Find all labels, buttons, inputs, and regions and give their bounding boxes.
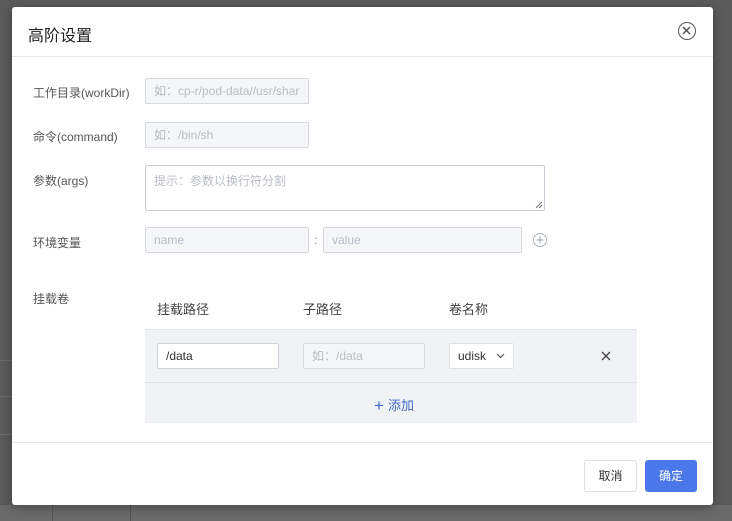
chevron-down-icon (496, 353, 505, 359)
volume-name-select[interactable]: udisk (449, 343, 514, 369)
close-circle-icon (682, 26, 691, 35)
volume-name-value: udisk (458, 349, 487, 363)
command-label: 命令(command) (33, 130, 118, 144)
volumes-table-header: 挂载路径 子路径 卷名称 (145, 287, 637, 330)
workdir-input[interactable]: 如：cp-r/pod-data//usr/shar (145, 78, 309, 104)
cancel-button[interactable]: 取消 (584, 460, 637, 492)
background-table-strip (0, 505, 732, 521)
column-volume-name: 卷名称 (449, 302, 489, 317)
background-divider (0, 434, 12, 435)
volumes-label: 挂载卷 (33, 292, 70, 306)
confirm-button[interactable]: 确定 (645, 460, 697, 492)
table-row: /data 如：/data udisk (145, 330, 637, 383)
volumes-add-row: + 添加 (145, 383, 637, 423)
args-placeholder: 提示：参数以换行符分割 (154, 174, 287, 188)
dialog-footer: 取消 确定 (12, 442, 713, 506)
env-separator: : (314, 233, 318, 247)
add-env-button[interactable] (533, 233, 547, 247)
command-input[interactable]: 如：/bin/sh (145, 122, 309, 148)
add-volume-label: 添加 (387, 398, 414, 413)
close-dialog-button[interactable] (678, 22, 696, 40)
env-value-input[interactable]: value (323, 227, 522, 253)
column-sub-path: 子路径 (303, 302, 343, 317)
volumes-table: 挂载路径 子路径 卷名称 /data 如：/data udisk + 添加 (145, 287, 637, 423)
workdir-label: 工作目录(workDir) (33, 86, 130, 100)
sub-path-input[interactable]: 如：/data (303, 343, 425, 369)
args-textarea[interactable]: 提示：参数以换行符分割 (145, 165, 545, 211)
plus-circle-icon (536, 236, 544, 244)
advanced-settings-dialog: 高阶设置 工作目录(workDir) 如：cp-r/pod-data//usr/… (12, 7, 713, 505)
add-volume-button[interactable]: + 添加 (374, 395, 414, 415)
mount-path-input[interactable]: /data (157, 343, 279, 369)
column-mount-path: 挂载路径 (157, 302, 210, 317)
dialog-title: 高阶设置 (28, 28, 93, 45)
close-icon[interactable] (601, 351, 611, 361)
background-divider (0, 360, 12, 361)
dialog-header: 高阶设置 (12, 7, 713, 57)
plus-icon: + (374, 396, 384, 415)
resize-grip-icon[interactable] (535, 201, 543, 209)
env-label: 环境变量 (33, 236, 82, 250)
args-label: 参数(args) (33, 174, 89, 188)
env-name-input[interactable]: name (145, 227, 309, 253)
background-divider (0, 396, 12, 397)
